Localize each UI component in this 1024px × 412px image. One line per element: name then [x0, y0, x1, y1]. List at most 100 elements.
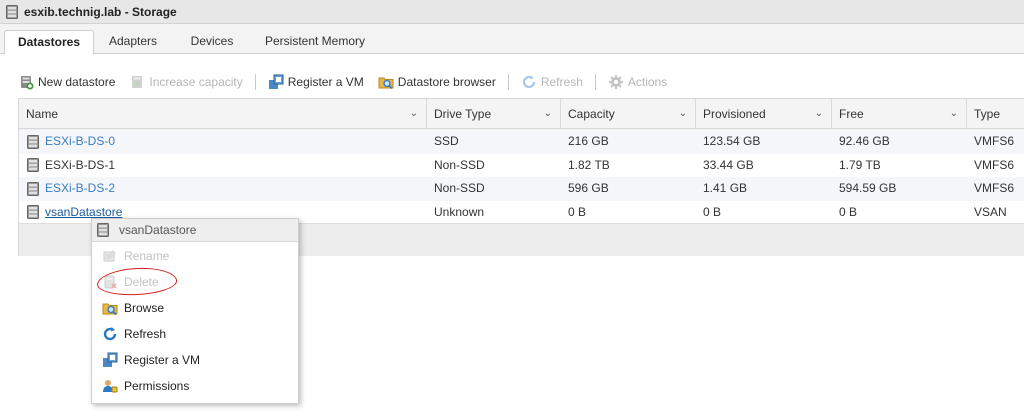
rename-icon — [103, 250, 116, 262]
menu-item-delete[interactable]: Delete — [92, 269, 298, 295]
cell-type: VMFS6 — [974, 181, 1015, 195]
cell-drive-type: Unknown — [434, 204, 485, 219]
table-header: Name ⌄ Drive Type ⌄ Capacity ⌄ Provision… — [19, 99, 1024, 129]
tab-datastores[interactable]: Datastores — [4, 30, 94, 55]
cell-type: VMFS6 — [974, 134, 1015, 148]
column-header-capacity[interactable]: Capacity ⌄ — [561, 99, 696, 129]
cell-provisioned: 1.41 GB — [703, 181, 748, 195]
column-header-name[interactable]: Name ⌄ — [19, 99, 427, 129]
increase-capacity-button[interactable]: Increase capacity — [129, 74, 243, 90]
column-header-drive-type[interactable]: Drive Type ⌄ — [427, 99, 561, 129]
datastore-browser-button[interactable]: Datastore browser — [378, 74, 496, 90]
cell-capacity: 216 GB — [568, 134, 609, 148]
cell-free: 594.59 GB — [839, 181, 897, 195]
table-row[interactable]: ESXi-B-DS-0 SSD 216 GB 123.54 GB 92.46 G… — [19, 130, 1024, 154]
datastore-link[interactable]: ESXi-B-DS-0 — [45, 130, 115, 153]
cell-drive-type: Non-SSD — [434, 181, 485, 195]
actions-label: Actions — [627, 75, 668, 89]
column-header-label: Drive Type — [434, 107, 492, 121]
register-vm-icon — [268, 74, 284, 89]
increase-capacity-label: Increase capacity — [149, 75, 243, 89]
menu-item-label: Refresh — [124, 327, 167, 341]
context-menu-title: vsanDatastore — [119, 223, 197, 237]
new-datastore-button[interactable]: New datastore — [18, 74, 115, 90]
register-vm-icon — [103, 352, 118, 367]
increase-capacity-icon — [132, 76, 143, 88]
menu-item-label: Register a VM — [124, 353, 201, 367]
chevron-down-icon: ⌄ — [409, 108, 418, 119]
column-header-label: Capacity — [568, 107, 615, 121]
cell-provisioned: 33.44 GB — [703, 157, 754, 172]
new-datastore-label: New datastore — [38, 75, 116, 89]
tab-bar: Datastores Adapters Devices Persistent M… — [0, 24, 1024, 55]
cell-capacity: 1.82 TB — [568, 157, 610, 172]
refresh-button[interactable]: Refresh — [521, 74, 583, 90]
context-menu: vsanDatastore Rename Delete Browse Refre… — [91, 218, 299, 404]
datastore-link[interactable]: ESXi-B-DS-2 — [45, 177, 115, 200]
toolbar-separator — [254, 74, 256, 90]
permissions-icon — [103, 380, 118, 393]
delete-icon — [104, 275, 117, 289]
chevron-down-icon: ⌄ — [949, 108, 958, 119]
menu-item-refresh[interactable]: Refresh — [92, 321, 298, 347]
cell-name: ESXi-B-DS-0 — [19, 130, 427, 154]
register-vm-label: Register a VM — [287, 75, 364, 89]
tab-devices[interactable]: Devices — [176, 30, 248, 54]
datastore-icon — [27, 205, 39, 220]
tab-adapters[interactable]: Adapters — [98, 30, 168, 54]
datastore-icon — [27, 134, 39, 149]
register-vm-button[interactable]: Register a VM — [268, 74, 364, 90]
column-header-label: Type — [974, 107, 1001, 121]
context-menu-header: vsanDatastore — [92, 219, 298, 242]
toolbar-separator — [594, 74, 596, 90]
table-row[interactable]: ESXi-B-DS-1 Non-SSD 1.82 TB 33.44 GB 1.7… — [19, 153, 1024, 177]
tab-persistent-memory[interactable]: Persistent Memory — [256, 30, 374, 54]
chevron-down-icon: ⌄ — [678, 108, 687, 119]
browse-icon — [102, 303, 118, 316]
datastore-browser-icon — [378, 77, 394, 90]
cell-capacity: 596 GB — [568, 181, 609, 195]
datastore-icon — [97, 223, 109, 237]
datastore-icon — [27, 158, 39, 173]
refresh-icon — [522, 75, 535, 89]
datastore-icon — [6, 4, 18, 19]
column-header-type[interactable]: Type — [967, 99, 1024, 129]
menu-item-label: Delete — [124, 275, 159, 289]
cell-drive-type: Non-SSD — [434, 157, 485, 172]
actions-button[interactable]: Actions — [608, 74, 667, 90]
cell-type: VSAN — [974, 204, 1007, 219]
menu-item-rename[interactable]: Rename — [92, 243, 298, 269]
gear-icon — [608, 75, 623, 89]
column-header-provisioned[interactable]: Provisioned ⌄ — [696, 99, 832, 129]
menu-item-register-vm[interactable]: Register a VM — [92, 347, 298, 373]
toolbar-separator — [507, 74, 509, 90]
menu-item-permissions[interactable]: Permissions — [92, 373, 298, 399]
cell-provisioned: 0 B — [703, 204, 722, 219]
datastore-icon — [27, 181, 39, 196]
cell-type: VMFS6 — [974, 157, 1015, 172]
cell-provisioned: 123.54 GB — [703, 134, 761, 148]
cell-name: ESXi-B-DS-2 — [19, 177, 427, 201]
cell-drive-type: SSD — [434, 134, 459, 148]
column-header-label: Free — [839, 107, 864, 121]
menu-item-label: Permissions — [124, 379, 190, 393]
cell-capacity: 0 B — [568, 204, 587, 219]
cell-free: 1.79 TB — [839, 157, 881, 172]
menu-item-label: Browse — [124, 301, 165, 315]
chevron-down-icon: ⌄ — [543, 108, 552, 119]
refresh-icon — [103, 327, 117, 341]
menu-item-browse[interactable]: Browse — [92, 295, 298, 321]
cell-free: 92.46 GB — [839, 134, 890, 148]
column-header-free[interactable]: Free ⌄ — [832, 99, 967, 129]
column-header-label: Provisioned — [703, 107, 766, 121]
datastore-browser-label: Datastore browser — [397, 75, 496, 89]
table-row[interactable]: ESXi-B-DS-2 Non-SSD 596 GB 1.41 GB 594.5… — [19, 177, 1024, 201]
window-title: esxib.technig.lab - Storage — [24, 4, 177, 19]
toolbar: New datastore Increase capacity Register… — [18, 72, 681, 92]
title-bar: esxib.technig.lab - Storage — [0, 0, 1024, 24]
chevron-down-icon: ⌄ — [814, 108, 823, 119]
column-header-label: Name — [26, 107, 59, 121]
datastore-link[interactable]: ESXi-B-DS-1 — [45, 154, 115, 177]
cell-free: 0 B — [839, 204, 858, 219]
refresh-label: Refresh — [540, 75, 583, 89]
